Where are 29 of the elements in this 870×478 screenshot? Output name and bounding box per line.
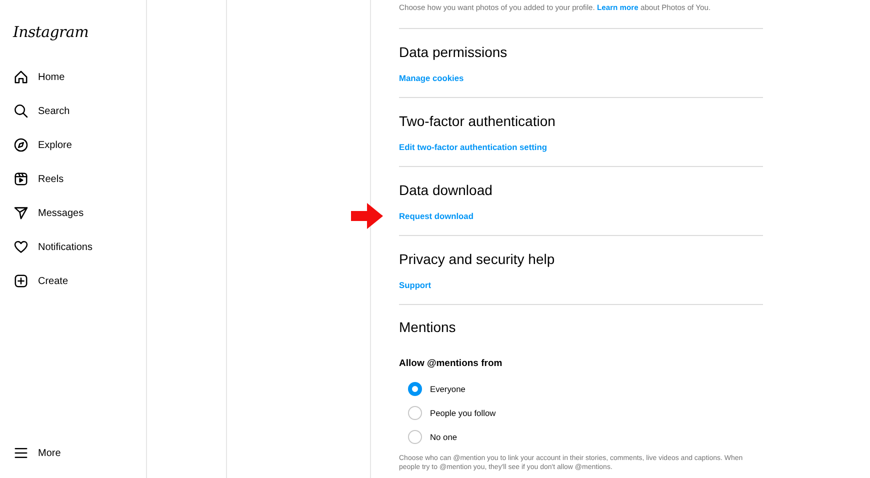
heart-icon	[13, 239, 29, 255]
radio-button[interactable]	[408, 406, 422, 420]
nav-item[interactable]: Notifications	[13, 230, 92, 264]
radio-option[interactable]: No one	[399, 425, 458, 449]
section-heading: Two-factor authentication	[399, 112, 556, 130]
section-heading: Data permissions	[399, 43, 508, 61]
send-icon	[13, 205, 29, 221]
compass-icon	[13, 137, 29, 153]
radio-option[interactable]: People you follow	[399, 401, 496, 425]
nav-item[interactable]: Home	[13, 60, 65, 94]
menu-icon	[13, 445, 29, 461]
more-menu-item[interactable]: More	[13, 436, 61, 470]
plus-square-icon	[13, 273, 29, 289]
search-icon	[13, 103, 29, 119]
radio-option[interactable]: Everyone	[399, 377, 466, 401]
option-label: Allow @mentions from	[399, 358, 504, 370]
nav-item[interactable]: Reels	[13, 162, 64, 196]
section-heading: Data download	[399, 181, 494, 199]
nav-item[interactable]: Create	[13, 264, 68, 298]
nav-item[interactable]: Messages	[13, 196, 84, 230]
radio-button[interactable]	[408, 430, 422, 444]
radio-button[interactable]	[408, 382, 422, 396]
section-heading: Mentions	[399, 318, 457, 336]
section-heading: Privacy and security help	[399, 250, 556, 268]
nav-item[interactable]: Search	[13, 94, 70, 128]
home-icon	[13, 69, 29, 85]
nav-item[interactable]: Explore	[13, 128, 72, 162]
logo[interactable]: Instagram	[13, 22, 88, 42]
reels-icon	[13, 171, 29, 187]
